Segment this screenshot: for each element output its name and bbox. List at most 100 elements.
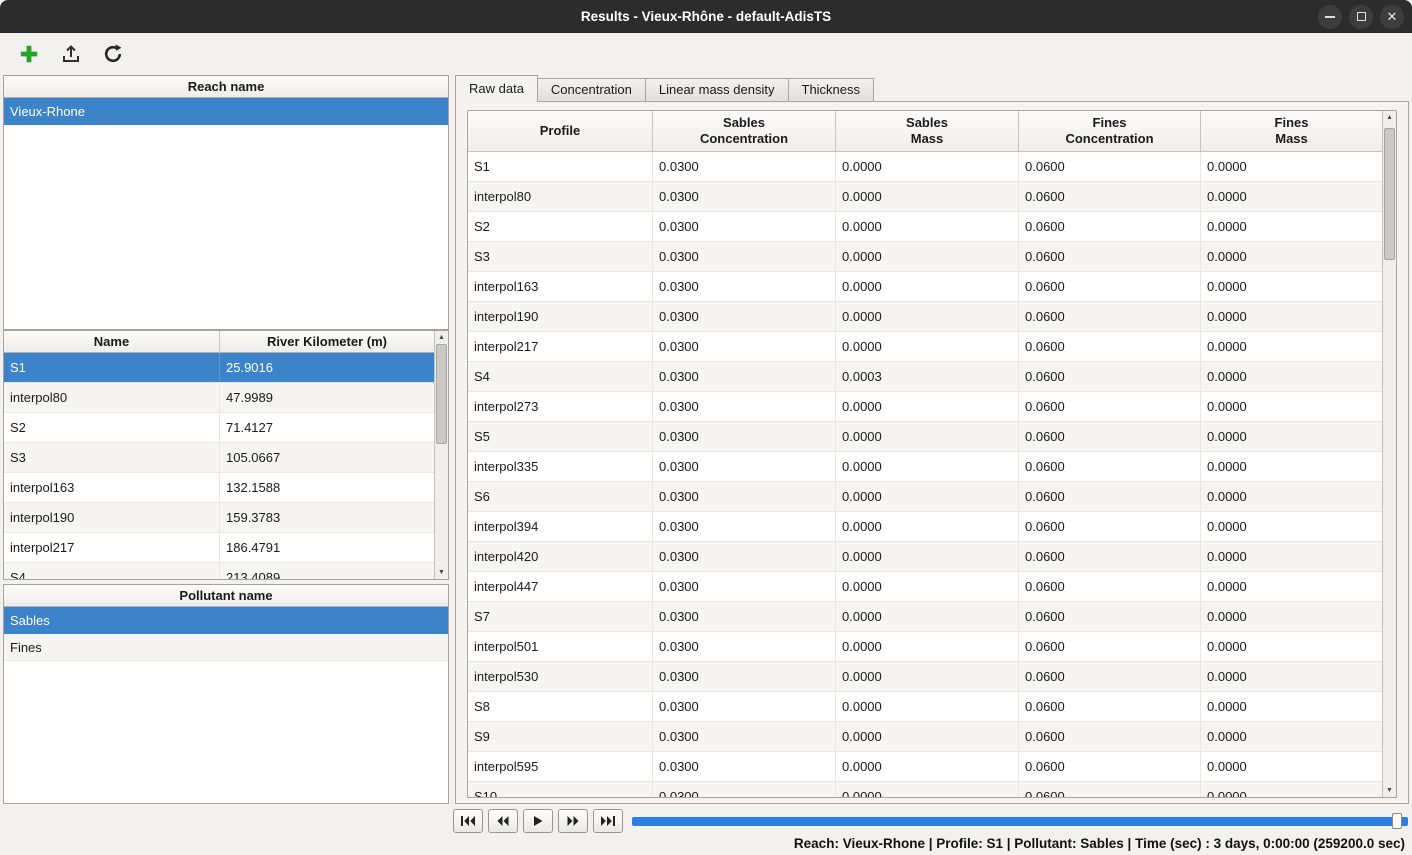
minimize-button[interactable] (1318, 5, 1342, 29)
maximize-button[interactable] (1349, 5, 1373, 29)
results-cell: 0.0600 (1019, 332, 1201, 361)
results-cell: 0.0300 (653, 272, 836, 301)
time-slider[interactable] (632, 817, 1408, 826)
profile-row[interactable]: interpol163132.1588 (4, 473, 434, 503)
export-button[interactable] (56, 39, 86, 69)
results-row[interactable]: S10.03000.00000.06000.0000 (468, 152, 1382, 182)
results-column-header[interactable]: SablesConcentration (653, 111, 836, 151)
tab-thickness[interactable]: Thickness (788, 78, 875, 102)
previous-button[interactable] (488, 809, 518, 833)
results-table-body: S10.03000.00000.06000.0000interpol800.03… (468, 152, 1382, 797)
results-row[interactable]: interpol1900.03000.00000.06000.0000 (468, 302, 1382, 332)
results-cell: 0.0300 (653, 512, 836, 541)
results-cell: 0.0000 (836, 722, 1019, 751)
profile-row[interactable]: S4213.4089 (4, 563, 434, 579)
results-cell: 0.0300 (653, 752, 836, 781)
status-bar: Reach: Vieux-Rhone | Profile: S1 | Pollu… (0, 831, 1412, 855)
pollutant-list-item[interactable]: Fines (4, 634, 448, 661)
results-cell: 0.0000 (836, 332, 1019, 361)
results-cell: 0.0000 (1201, 242, 1382, 271)
results-cell: 0.0000 (836, 242, 1019, 271)
results-row[interactable]: interpol4200.03000.00000.06000.0000 (468, 542, 1382, 572)
results-row[interactable]: S90.03000.00000.06000.0000 (468, 722, 1382, 752)
results-row[interactable]: interpol3940.03000.00000.06000.0000 (468, 512, 1382, 542)
results-row[interactable]: S30.03000.00000.06000.0000 (468, 242, 1382, 272)
tab-linear-mass-density[interactable]: Linear mass density (645, 78, 789, 102)
close-button[interactable]: ✕ (1380, 5, 1404, 29)
results-table-header: ProfileSablesConcentrationSablesMassFine… (468, 111, 1382, 152)
profile-row[interactable]: S125.9016 (4, 353, 434, 383)
pollutant-list: SablesFines (4, 607, 448, 661)
profile-table-body: S125.9016interpol8047.9989S271.4127S3105… (4, 353, 434, 579)
results-row[interactable]: interpol2170.03000.00000.06000.0000 (468, 332, 1382, 362)
play-button[interactable] (523, 809, 553, 833)
results-cell: 0.0300 (653, 452, 836, 481)
results-row[interactable]: interpol2730.03000.00000.06000.0000 (468, 392, 1382, 422)
results-cell: S2 (468, 212, 653, 241)
time-slider-handle[interactable] (1392, 813, 1402, 829)
results-cell: 0.0300 (653, 332, 836, 361)
results-column-header[interactable]: FinesConcentration (1019, 111, 1201, 151)
results-row[interactable]: S80.03000.00000.06000.0000 (468, 692, 1382, 722)
first-button[interactable] (453, 809, 483, 833)
results-row[interactable]: S100.03000.00000.06000.0000 (468, 782, 1382, 797)
results-cell: 0.0000 (1201, 572, 1382, 601)
add-button[interactable] (14, 39, 44, 69)
profile-row[interactable]: S271.4127 (4, 413, 434, 443)
results-row[interactable]: interpol800.03000.00000.06000.0000 (468, 182, 1382, 212)
results-cell: 0.0000 (836, 482, 1019, 511)
header-line: Fines (1093, 115, 1127, 131)
results-scrollbar[interactable]: ▲ ▼ (1382, 111, 1396, 797)
scroll-down-icon[interactable]: ▼ (435, 566, 448, 579)
profile-column-header[interactable]: Name (4, 331, 220, 353)
next-button[interactable] (558, 809, 588, 833)
pollutant-list-item[interactable]: Sables (4, 607, 448, 634)
results-cell: 0.0600 (1019, 692, 1201, 721)
results-row[interactable]: interpol3350.03000.00000.06000.0000 (468, 452, 1382, 482)
tab-concentration[interactable]: Concentration (537, 78, 646, 102)
pollutant-panel: Pollutant name SablesFines (3, 584, 449, 804)
results-cell: S4 (468, 362, 653, 391)
header-line: Mass (911, 131, 944, 147)
results-row[interactable]: S40.03000.00030.06000.0000 (468, 362, 1382, 392)
profiles-scroll-track[interactable] (435, 344, 448, 566)
results-row[interactable]: interpol1630.03000.00000.06000.0000 (468, 272, 1382, 302)
profile-column-header[interactable]: River Kilometer (m) (220, 331, 434, 353)
scroll-up-icon[interactable]: ▲ (1383, 111, 1396, 124)
results-row[interactable]: interpol5950.03000.00000.06000.0000 (468, 752, 1382, 782)
profiles-scroll-thumb[interactable] (436, 344, 447, 444)
results-cell: 0.0000 (1201, 272, 1382, 301)
results-scroll-thumb[interactable] (1384, 128, 1395, 260)
scroll-up-icon[interactable]: ▲ (435, 331, 448, 344)
header-line: Mass (1275, 131, 1308, 147)
profile-row[interactable]: interpol190159.3783 (4, 503, 434, 533)
pollutant-header: Pollutant name (4, 585, 448, 607)
results-cell: 0.0000 (1201, 782, 1382, 797)
results-row[interactable]: S50.03000.00000.06000.0000 (468, 422, 1382, 452)
profile-row[interactable]: interpol8047.9989 (4, 383, 434, 413)
tab-raw-data[interactable]: Raw data (455, 75, 538, 102)
reach-list-item[interactable]: Vieux-Rhone (4, 98, 448, 125)
results-row[interactable]: S20.03000.00000.06000.0000 (468, 212, 1382, 242)
results-row[interactable]: interpol5010.03000.00000.06000.0000 (468, 632, 1382, 662)
results-column-header[interactable]: FinesMass (1201, 111, 1382, 151)
play-icon (534, 816, 543, 826)
profile-row[interactable]: S3105.0667 (4, 443, 434, 473)
results-cell: 0.0000 (836, 752, 1019, 781)
header-line: Sables (723, 115, 765, 131)
results-column-header[interactable]: SablesMass (836, 111, 1019, 151)
results-row[interactable]: S70.03000.00000.06000.0000 (468, 602, 1382, 632)
results-cell: 0.0000 (836, 302, 1019, 331)
scroll-down-icon[interactable]: ▼ (1383, 784, 1396, 797)
results-row[interactable]: interpol5300.03000.00000.06000.0000 (468, 662, 1382, 692)
profile-row[interactable]: interpol217186.4791 (4, 533, 434, 563)
results-row[interactable]: interpol4470.03000.00000.06000.0000 (468, 572, 1382, 602)
refresh-button[interactable] (98, 39, 128, 69)
results-scroll-track[interactable] (1383, 124, 1396, 784)
last-button[interactable] (593, 809, 623, 833)
results-cell: 0.0600 (1019, 272, 1201, 301)
results-column-header[interactable]: Profile (468, 111, 653, 151)
profiles-scrollbar[interactable]: ▲ ▼ (434, 331, 448, 579)
results-cell: 0.0300 (653, 362, 836, 391)
results-row[interactable]: S60.03000.00000.06000.0000 (468, 482, 1382, 512)
